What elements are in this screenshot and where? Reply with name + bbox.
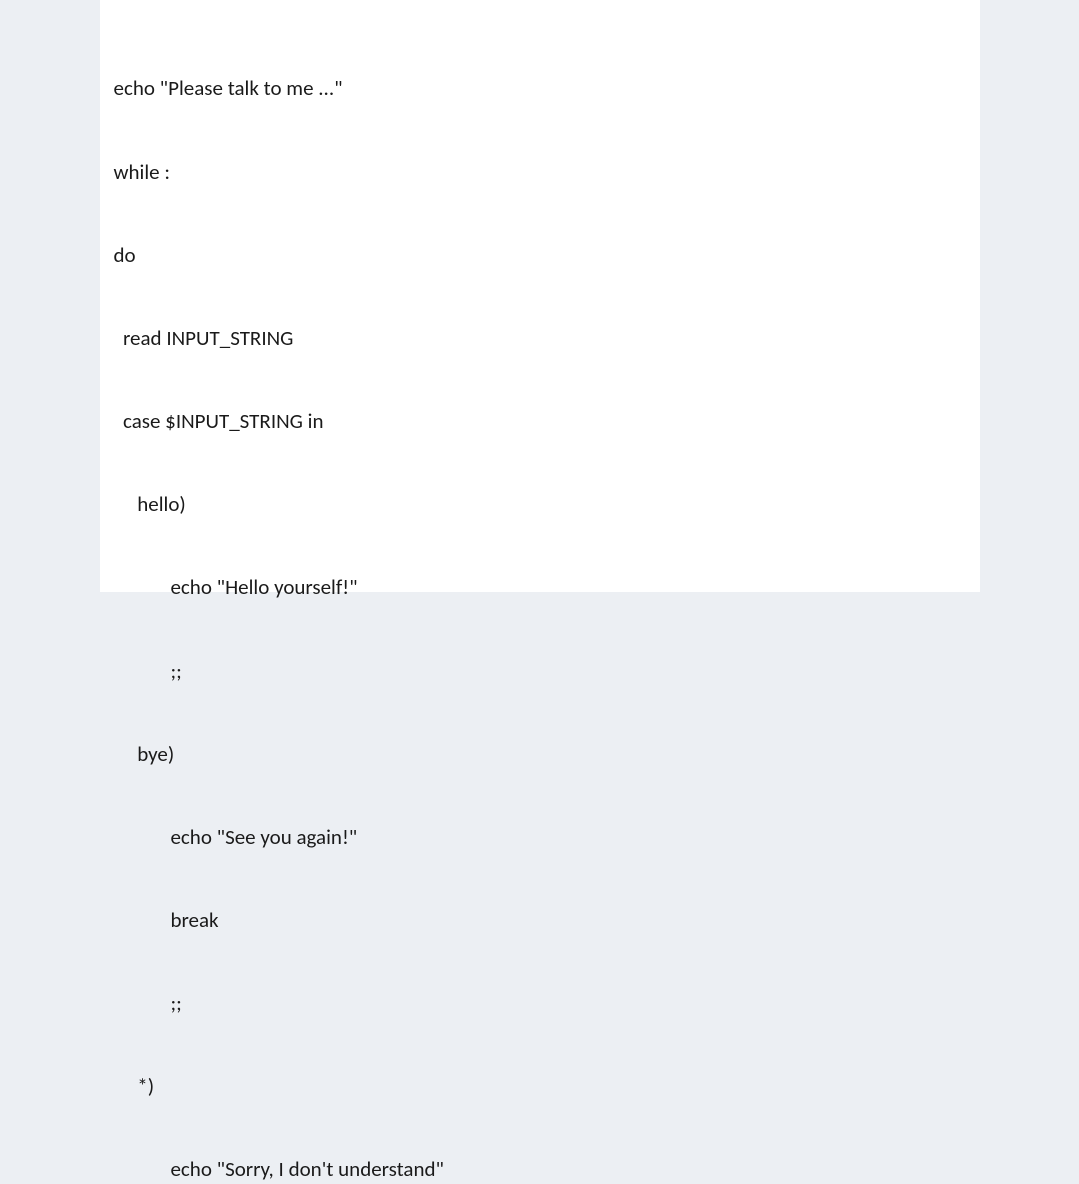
code-line: do bbox=[114, 242, 966, 270]
code-block: echo "Please talk to me ..." while : do … bbox=[114, 20, 966, 1184]
code-line: echo "See you again!" bbox=[114, 824, 966, 852]
code-line: echo "Sorry, I don't understand" bbox=[114, 1156, 966, 1184]
code-line: echo "Hello yourself!" bbox=[114, 574, 966, 602]
code-line: echo "Please talk to me ..." bbox=[114, 75, 966, 103]
code-container: echo "Please talk to me ..." while : do … bbox=[100, 0, 980, 592]
code-line: ;; bbox=[114, 658, 966, 686]
code-line: hello) bbox=[114, 491, 966, 519]
code-line: read INPUT_STRING bbox=[114, 325, 966, 353]
code-line: case $INPUT_STRING in bbox=[114, 408, 966, 436]
code-line: ;; bbox=[114, 990, 966, 1018]
code-line: break bbox=[114, 907, 966, 935]
code-line: bye) bbox=[114, 741, 966, 769]
code-line: *) bbox=[114, 1073, 966, 1101]
code-line: while : bbox=[114, 159, 966, 187]
